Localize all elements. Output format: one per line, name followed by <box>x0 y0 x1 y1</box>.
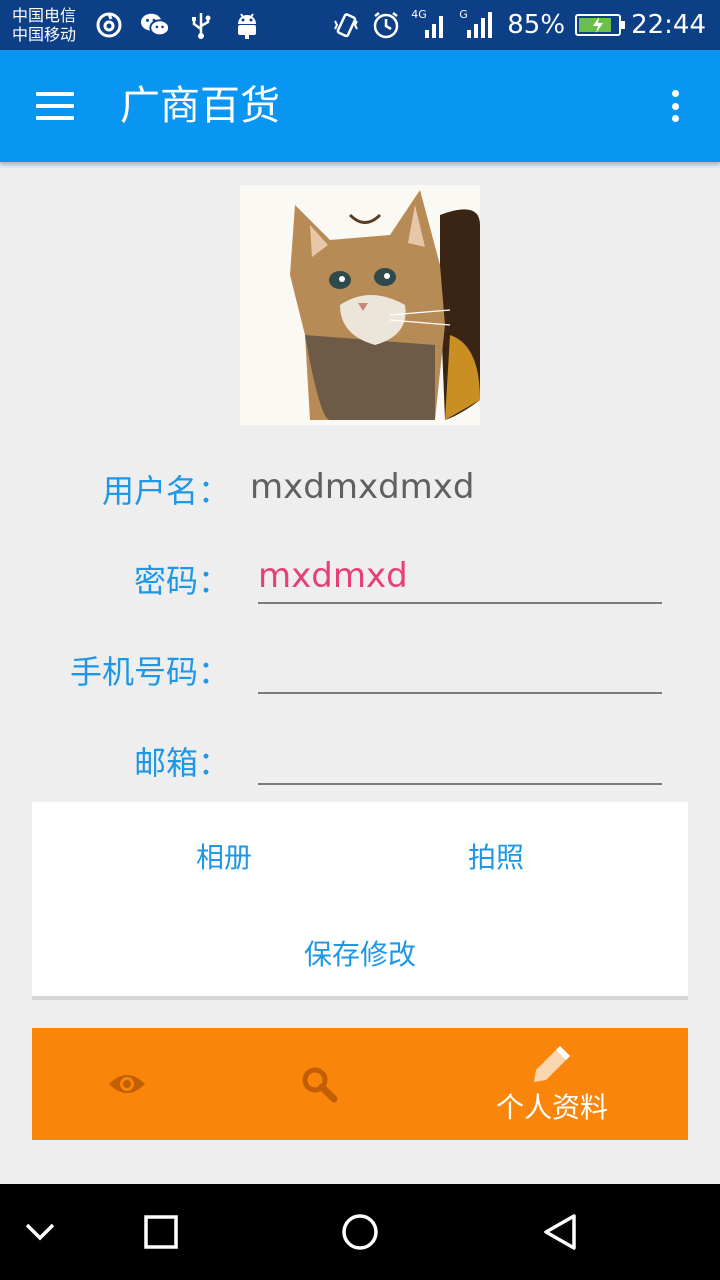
menu-icon-line <box>36 116 74 120</box>
search-icon <box>302 1067 338 1103</box>
menu-icon-line <box>36 92 74 96</box>
signal-4g-icon: 4G <box>411 8 449 40</box>
save-changes-button[interactable]: 保存修改 <box>304 933 416 973</box>
menu-button[interactable] <box>30 86 80 126</box>
username-value: mxdmxdmxd <box>250 467 475 507</box>
tab-browse[interactable] <box>72 1028 182 1140</box>
recents-button[interactable] <box>137 1208 185 1256</box>
carrier-2: 中国移动 <box>12 25 77 44</box>
carrier-1: 中国电信 <box>12 6 77 25</box>
chevron-down-icon <box>25 1223 55 1241</box>
netease-music-icon <box>94 10 124 40</box>
tab-search[interactable] <box>264 1028 374 1140</box>
tab-profile-label: 个人资料 <box>495 1091 608 1124</box>
triangle-back-icon <box>544 1214 576 1250</box>
battery-icon <box>575 14 626 36</box>
bottom-tab-bar: 个人资料 <box>32 1028 688 1140</box>
menu-icon-line <box>36 104 74 108</box>
status-right: 4G G 85% 22:44 <box>331 8 706 42</box>
more-options-button[interactable] <box>660 84 690 128</box>
battery-percent: 85% <box>507 10 566 40</box>
password-field[interactable]: mxdmxd <box>258 552 662 604</box>
pencil-icon <box>534 1046 570 1082</box>
alarm-icon <box>371 10 401 40</box>
signal-g-icon: G <box>459 8 497 40</box>
password-label: 密码： <box>133 562 230 600</box>
cat-photo <box>240 185 480 425</box>
email-label: 邮箱： <box>133 744 230 782</box>
android-icon <box>232 10 262 40</box>
wechat-icon <box>140 10 170 40</box>
album-button[interactable]: 相册 <box>196 836 252 876</box>
circle-icon <box>342 1214 378 1250</box>
email-field[interactable] <box>258 733 662 785</box>
tab-profile[interactable]: 个人资料 <box>472 1028 632 1140</box>
status-bar: 中国电信 中国移动 4G G 85% 22:44 <box>0 0 720 50</box>
more-icon-dot <box>671 102 679 110</box>
username-label: 用户名： <box>101 472 230 510</box>
more-icon-dot <box>671 115 679 122</box>
app-bar: 广商百货 <box>0 50 720 162</box>
vibrate-icon <box>331 10 361 40</box>
password-input-value: mxdmxd <box>258 556 408 596</box>
notification-icons <box>94 10 262 40</box>
usb-icon <box>186 10 216 40</box>
more-icon-dot <box>671 90 679 97</box>
camera-button[interactable]: 拍照 <box>468 836 524 876</box>
photo-action-panel: 相册 拍照 保存修改 <box>32 802 688 1000</box>
phone-field[interactable] <box>258 642 662 694</box>
carrier-names: 中国电信 中国移动 <box>12 6 76 44</box>
hide-keyboard-button[interactable] <box>16 1208 64 1256</box>
home-button[interactable] <box>336 1208 384 1256</box>
system-nav-bar <box>0 1184 720 1280</box>
eye-icon <box>109 1075 145 1093</box>
phone-label: 手机号码： <box>69 653 230 691</box>
avatar[interactable] <box>240 185 480 425</box>
square-icon <box>144 1215 178 1249</box>
app-title: 广商百货 <box>120 83 280 129</box>
back-button[interactable] <box>536 1208 584 1256</box>
clock: 22:44 <box>631 10 706 40</box>
